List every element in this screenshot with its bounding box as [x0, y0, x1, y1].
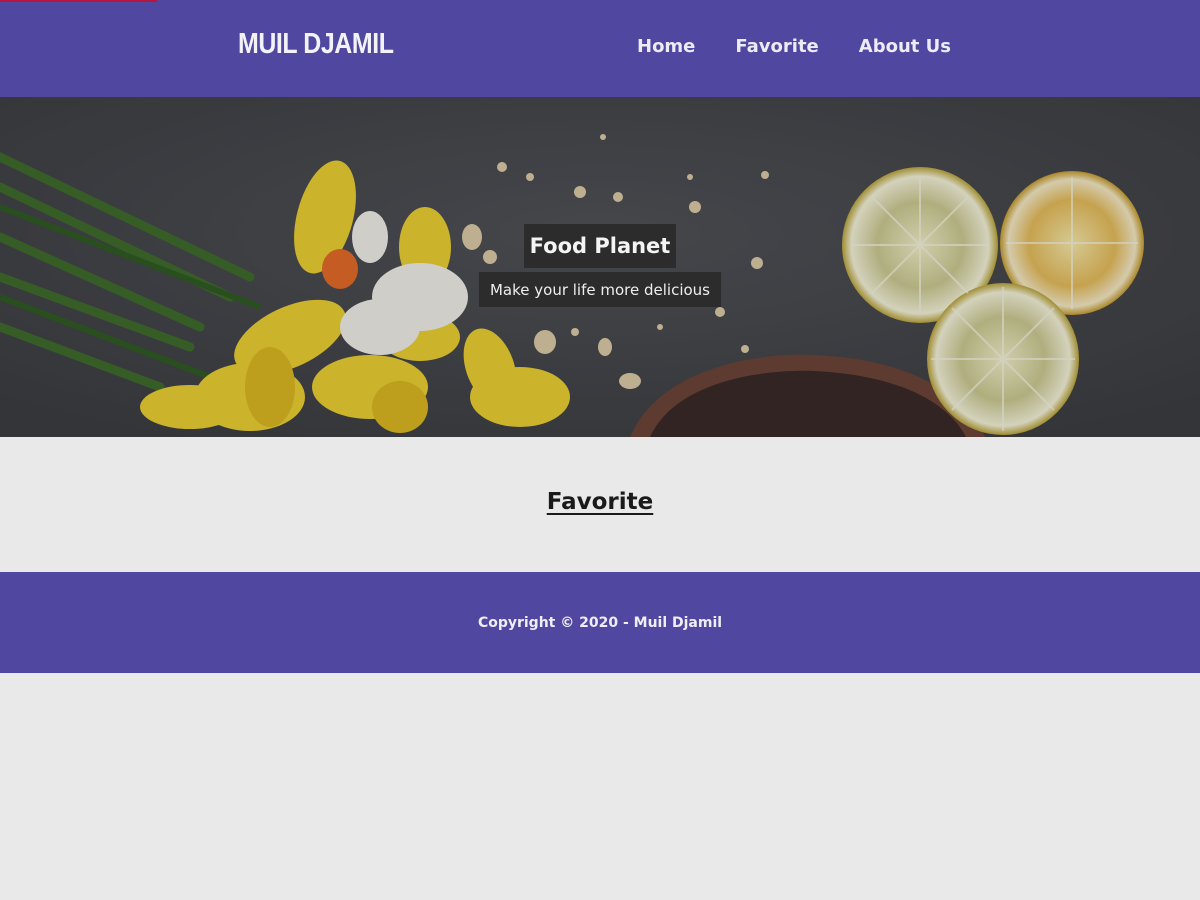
- hero-subtitle: Make your life more delicious: [489, 280, 710, 299]
- nav-links: Home Favorite About Us: [637, 36, 951, 57]
- hero-banner: Food Planet Make your life more deliciou…: [0, 97, 1200, 437]
- page-background: [0, 673, 1200, 900]
- page-progress-bar: [0, 0, 157, 2]
- brand-logo[interactable]: MUIL DJAMIL: [238, 28, 394, 61]
- hero-subtitle-box: Make your life more delicious: [479, 272, 721, 307]
- page-footer: Copyright © 2020 - Muil Djamil: [0, 572, 1200, 673]
- nav-link-about-us[interactable]: About Us: [859, 36, 951, 57]
- nav-link-home[interactable]: Home: [637, 36, 695, 57]
- hero-title: Food Planet: [529, 234, 671, 258]
- hero-title-box: Food Planet: [524, 224, 676, 268]
- copyright-text: Copyright © 2020 - Muil Djamil: [477, 614, 723, 631]
- nav-link-favorite[interactable]: Favorite: [735, 36, 818, 57]
- top-navbar: MUIL DJAMIL Home Favorite About Us: [0, 0, 1200, 97]
- section-title-favorite: Favorite: [546, 489, 654, 515]
- main-content: Favorite: [0, 437, 1200, 572]
